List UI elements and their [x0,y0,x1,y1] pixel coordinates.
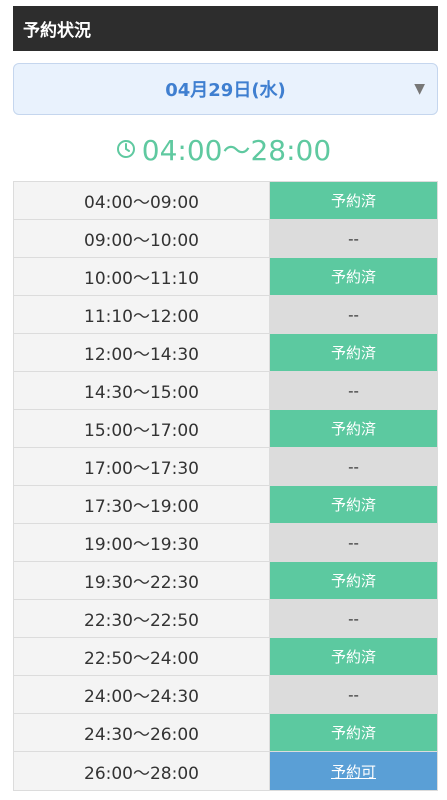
slot-row: 10:00〜11:10 予約済 [14,258,437,296]
slot-row: 12:00〜14:30 予約済 [14,334,437,372]
slot-row: 15:00〜17:00 予約済 [14,410,437,448]
slot-status: -- [270,448,437,485]
slot-status: -- [270,524,437,561]
slot-row: 11:10〜12:00 -- [14,296,437,334]
slot-row: 22:30〜22:50 -- [14,600,437,638]
slot-row: 19:00〜19:30 -- [14,524,437,562]
slot-row: 14:30〜15:00 -- [14,372,437,410]
slot-time: 22:30〜22:50 [14,600,270,637]
slot-time: 26:00〜28:00 [14,752,270,790]
slot-status: 予約済 [270,562,437,599]
slot-time: 17:30〜19:00 [14,486,270,523]
page-header: 予約状況 [13,6,438,51]
slot-time: 22:50〜24:00 [14,638,270,675]
slot-row: 24:00〜24:30 -- [14,676,437,714]
slot-time: 12:00〜14:30 [14,334,270,371]
slot-time: 19:00〜19:30 [14,524,270,561]
clock-icon [116,140,135,158]
time-range: 04:00〜28:00 [0,130,447,168]
slot-status: 予約済 [270,638,437,675]
reserve-link[interactable]: 予約可 [270,752,437,790]
slot-status: 予約済 [270,486,437,523]
slot-row: 19:30〜22:30 予約済 [14,562,437,600]
date-select[interactable]: 04月29日(水) ▼ [13,63,438,115]
slot-status: 予約済 [270,334,437,371]
slot-time: 10:00〜11:10 [14,258,270,295]
slot-row: 17:00〜17:30 -- [14,448,437,486]
slot-row: 26:00〜28:00 予約可 [14,752,437,790]
slot-status: -- [270,220,437,257]
slot-row: 22:50〜24:00 予約済 [14,638,437,676]
slot-row: 17:30〜19:00 予約済 [14,486,437,524]
slot-status: -- [270,676,437,713]
slot-time: 24:30〜26:00 [14,714,270,751]
slot-status: 予約済 [270,258,437,295]
slot-status: 予約済 [270,182,437,219]
slot-time: 11:10〜12:00 [14,296,270,333]
page-title: 予約状況 [23,21,91,41]
slot-row: 04:00〜09:00 予約済 [14,182,437,220]
slot-time: 09:00〜10:00 [14,220,270,257]
slot-status: 予約済 [270,410,437,447]
selected-date: 04月29日(水) [165,80,286,101]
slot-status: -- [270,296,437,333]
slot-status: 予約済 [270,714,437,751]
slot-status: -- [270,372,437,409]
slot-time: 04:00〜09:00 [14,182,270,219]
slot-time: 14:30〜15:00 [14,372,270,409]
time-range-text: 04:00〜28:00 [141,134,332,167]
slot-time: 19:30〜22:30 [14,562,270,599]
chevron-down-icon: ▼ [414,81,425,97]
slot-row: 09:00〜10:00 -- [14,220,437,258]
slot-status: -- [270,600,437,637]
slot-time: 24:00〜24:30 [14,676,270,713]
slot-time: 15:00〜17:00 [14,410,270,447]
slot-time: 17:00〜17:30 [14,448,270,485]
slot-table: 04:00〜09:00 予約済 09:00〜10:00 -- 10:00〜11:10 予約… [13,181,438,791]
slot-row: 24:30〜26:00 予約済 [14,714,437,752]
